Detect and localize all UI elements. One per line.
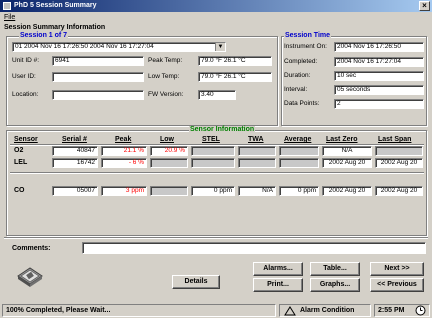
peak-cell: 3 ppm — [101, 186, 147, 196]
unit-id-label: Unit ID #: — [12, 57, 40, 64]
serial-cell: 40847 — [52, 146, 98, 156]
status-bar: 100% Completed, Please Wait... Alarm Con… — [0, 302, 432, 318]
session-select[interactable]: 01 2004 Nov 16 17:26:50 2004 Nov 16 17:2… — [12, 42, 226, 52]
serial-cell: 16742 — [52, 158, 98, 168]
peak-temp-label: Peak Temp: — [148, 57, 183, 64]
session-label: Session 1 of 7 — [19, 32, 69, 40]
location-label: Location: — [12, 91, 39, 98]
interval-field: 05 seconds — [334, 85, 424, 95]
app-icon — [3, 2, 11, 10]
sensor-name: O2 — [14, 147, 24, 154]
low-cell — [150, 158, 188, 168]
graphs-button[interactable]: Graphs... — [310, 278, 360, 292]
col-header-peak: Peak — [115, 136, 132, 143]
low-cell: 20.9 % — [150, 146, 188, 156]
completed-field: 2004 Nov 16 17:27:04 — [334, 57, 424, 67]
alarm-condition-panel: Alarm Condition — [279, 304, 371, 317]
col-header-low: Low — [160, 136, 174, 143]
details-button[interactable]: Details — [172, 275, 220, 289]
close-button[interactable]: × — [419, 1, 430, 11]
status-message: 100% Completed, Please Wait... — [2, 304, 276, 317]
sensor-name: LEL — [14, 159, 28, 166]
col-header-last-span: Last Span — [378, 136, 412, 143]
duration-label: Duration: — [284, 72, 311, 79]
average-cell: 0 ppm — [279, 186, 319, 196]
stel-cell — [191, 158, 235, 168]
menu-file[interactable]: File — [4, 14, 15, 21]
comments-label: Comments: — [12, 245, 51, 252]
chevron-down-icon[interactable]: ▼ — [215, 43, 225, 51]
last-span-cell: 2002 Aug 20 — [375, 158, 423, 168]
section-title: Session Summary Information — [4, 24, 106, 31]
sensor-info-title: Sensor Information — [189, 126, 256, 134]
last-span-cell — [375, 146, 423, 156]
low-cell — [150, 186, 188, 196]
comments-field[interactable] — [82, 242, 426, 254]
col-header-sensor: Sensor — [14, 136, 38, 143]
col-header-serial: Serial # — [62, 136, 87, 143]
row-divider — [10, 172, 424, 174]
instrument-icon — [17, 267, 43, 287]
interval-label: Interval: — [284, 86, 308, 93]
session-select-value: 01 2004 Nov 16 17:26:50 2004 Nov 16 17:2… — [15, 43, 154, 50]
peak-cell: 21.1 % — [101, 146, 147, 156]
print-button[interactable]: Print... — [253, 278, 303, 292]
fw-version-field: 3.40 — [198, 90, 236, 100]
stel-cell: 0 ppm — [191, 186, 235, 196]
twa-cell — [238, 158, 276, 168]
duration-field: 10 sec — [334, 71, 424, 81]
session-summary-window: PhD 5 Session Summary × File Session Sum… — [0, 0, 432, 318]
instrument-on-field: 2004 Nov 16 17:26:50 — [334, 42, 424, 52]
average-cell — [279, 158, 319, 168]
average-cell — [279, 146, 319, 156]
serial-cell: 05007 — [52, 186, 98, 196]
peak-temp-field: 79.0 °F 26.1 °C — [198, 56, 272, 66]
fw-version-label: FW Version: — [148, 91, 184, 98]
session-time-title: Session Time — [284, 32, 332, 40]
warning-triangle-icon — [284, 306, 296, 316]
col-header-average: Average — [284, 136, 312, 143]
sensor-name: CO — [14, 187, 25, 194]
low-temp-field: 79.0 °F 26.1 °C — [198, 72, 272, 82]
last-zero-cell: 2002 Aug 20 — [322, 186, 372, 196]
user-id-label: User ID: — [12, 73, 36, 80]
next-button[interactable]: Next >> — [370, 262, 424, 276]
twa-cell: N/A — [238, 186, 276, 196]
peak-cell: - 6 % — [101, 158, 147, 168]
last-span-cell: 2002 Aug 20 — [375, 186, 423, 196]
alarm-condition-text: Alarm Condition — [300, 307, 355, 314]
menu-bar: File — [0, 12, 432, 23]
twa-cell — [238, 146, 276, 156]
unit-id-field[interactable]: 6941 — [52, 56, 144, 66]
stel-cell — [191, 146, 235, 156]
col-header-stel: STEL — [202, 136, 220, 143]
comments-divider — [4, 237, 428, 239]
clock-panel: 2:55 PM — [374, 304, 430, 317]
col-header-last-zero: Last Zero — [326, 136, 358, 143]
clock-icon — [415, 305, 426, 316]
location-field[interactable] — [52, 90, 144, 100]
clock-time: 2:55 PM — [378, 307, 405, 314]
col-header-twa: TWA — [248, 136, 264, 143]
data-points-label: Data Points: — [284, 100, 320, 107]
window-title: PhD 5 Session Summary — [14, 2, 97, 9]
instrument-on-label: Instrument On: — [284, 43, 327, 50]
table-button[interactable]: Table... — [310, 262, 360, 276]
alarms-button[interactable]: Alarms... — [253, 262, 303, 276]
user-id-field[interactable] — [52, 72, 144, 82]
last-zero-cell: 2002 Aug 20 — [322, 158, 372, 168]
low-temp-label: Low Temp: — [148, 73, 180, 80]
last-zero-cell: N/A — [322, 146, 372, 156]
previous-button[interactable]: << Previous — [370, 278, 424, 292]
title-bar: PhD 5 Session Summary × — [0, 0, 432, 12]
completed-label: Completed: — [284, 58, 318, 65]
data-points-field: 2 — [334, 99, 424, 109]
